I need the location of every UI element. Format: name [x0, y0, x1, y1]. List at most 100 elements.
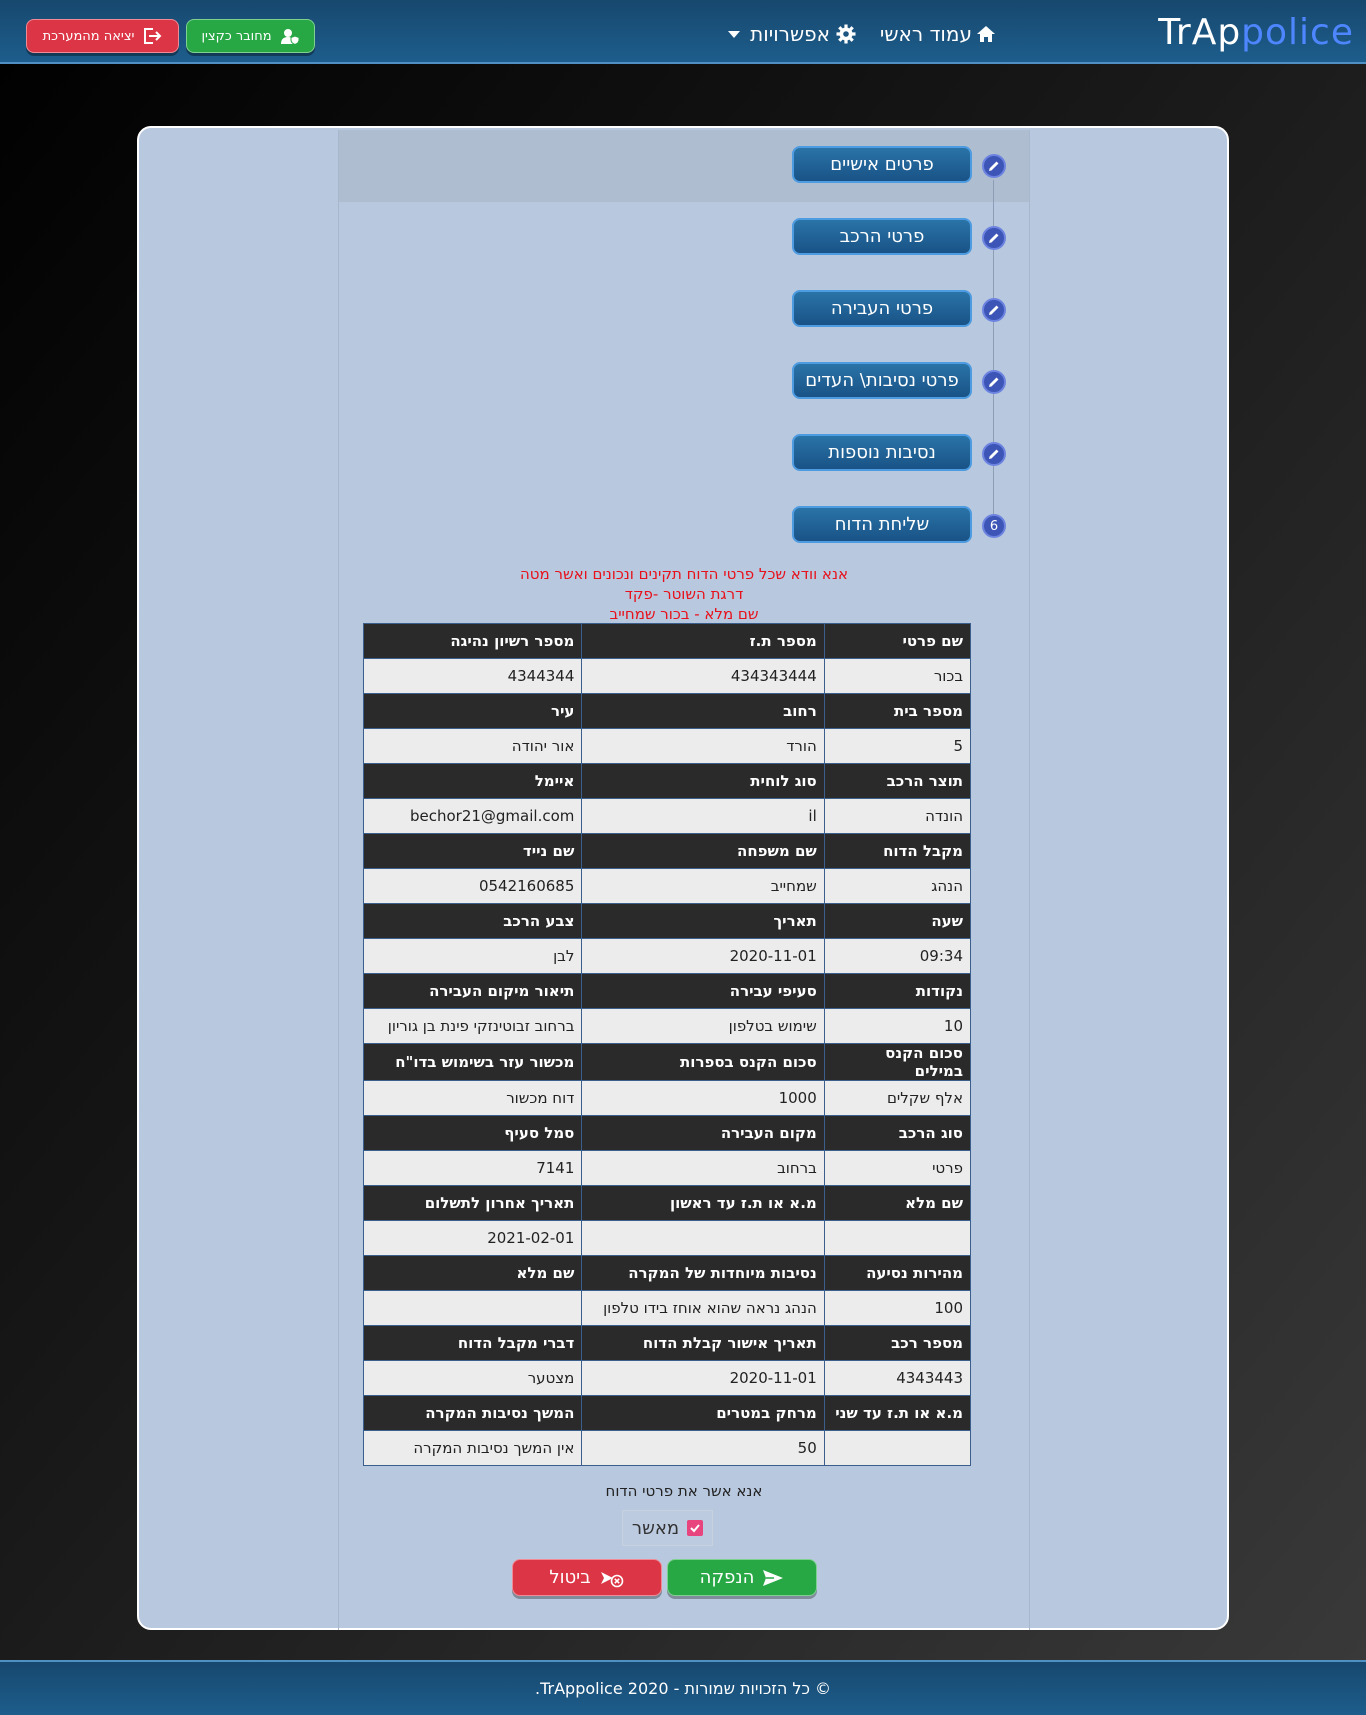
step-number-badge: 6 [982, 514, 1006, 538]
table-cell: 2020-11-01 [581, 1360, 825, 1396]
table-header-cell: עיר [362, 693, 583, 729]
logout-button[interactable]: יציאה מהמערכת [26, 19, 179, 53]
nav-options-dropdown[interactable]: אפשרויות [728, 22, 856, 46]
table-header-cell: תאריך אישור קבלת הדוח [581, 1325, 825, 1361]
approve-checkbox-label: מאשר [631, 1517, 680, 1539]
table-header-cell: תיאור מיקום העבירה [362, 973, 583, 1009]
table-header-cell: סוג לוחית [581, 763, 825, 799]
user-shield-icon [280, 27, 300, 45]
table-header-cell: מספר ת.ז [581, 623, 825, 659]
table-header-cell: סעיפי עבירה [581, 973, 825, 1009]
table-header-cell: שם משפחה [581, 833, 825, 869]
table-cell: שמחייב [581, 868, 825, 904]
table-header-cell: מספר בית [823, 693, 972, 729]
cancel-icon [599, 1568, 625, 1588]
approve-checkbox[interactable] [687, 1520, 704, 1536]
issue-report-button[interactable]: הנפקה [667, 1559, 817, 1596]
send-icon [762, 1569, 784, 1587]
table-header-row: שם מלא מ.א או ת.ז עד ראשון תאריך אחרון לתש… [362, 1185, 972, 1221]
table-cell: ברחוב [581, 1150, 825, 1186]
table-header-row: תוצר הרכב סוג לוחית איימל [362, 763, 972, 799]
table-cell: il [581, 798, 825, 834]
table-cell: 0542160685 [362, 868, 583, 904]
table-row: 50 אין המשך נסיבות המקרה [362, 1430, 972, 1466]
table-header-cell: תאריך אחרון לתשלום [362, 1185, 583, 1221]
step-additional-circumstances[interactable]: נסיבות נוספות [792, 434, 972, 471]
table-cell: 434343444 [581, 658, 825, 694]
cancel-report-button[interactable]: ביטול [512, 1559, 662, 1596]
table-row: בכור 434343444 4344344 [362, 658, 972, 694]
top-navbar: TrAppolice עמוד ראשי אפשרויות מחובר כקצי… [0, 0, 1366, 64]
logout-icon [142, 27, 162, 45]
table-cell: אין המשך נסיבות המקרה [362, 1430, 583, 1466]
step-circumstances-witnesses[interactable]: פרטי נסיבות\ העדים [792, 362, 972, 399]
logged-in-label: מחובר כקצין [201, 28, 272, 44]
table-cell [823, 1220, 972, 1256]
table-header-cell: שם מלא [823, 1185, 972, 1221]
table-header-cell: מ.א או ת.ז עד שני [823, 1395, 972, 1431]
table-cell: הנהג נראה שהוא אוחז בידו טלפון [581, 1290, 825, 1326]
table-row: 4343443 2020-11-01 מצטער [362, 1360, 972, 1396]
step-personal-details[interactable]: פרטים אישיים [792, 146, 972, 183]
table-header-cell: שם מלא [362, 1255, 583, 1291]
edit-icon[interactable] [982, 298, 1006, 322]
table-cell: 09:34 [823, 938, 972, 974]
edit-icon[interactable] [982, 442, 1006, 466]
table-row: הנהג שמחייב 0542160685 [362, 868, 972, 904]
nav-home-label: עמוד ראשי [879, 22, 972, 46]
table-cell: פרטי [823, 1150, 972, 1186]
table-cell: ברחוב זבוטינזקי פינת בן גוריון [362, 1008, 583, 1044]
table-header-row: מספר רכב תאריך אישור קבלת הדוח דברי מקבל ה… [362, 1325, 972, 1361]
table-header-cell: שעה [823, 903, 972, 939]
table-header-cell: דברי מקבל הדוח [362, 1325, 583, 1361]
table-header-cell: נסיבות מיוחדות של המקרה [581, 1255, 825, 1291]
approve-checkbox-group[interactable]: מאשר [622, 1510, 713, 1546]
table-header-row: מספר בית רחוב עיר [362, 693, 972, 729]
table-header-row: מ.א או ת.ז עד שני מרחק במטרים המשך נסיבות … [362, 1395, 972, 1431]
table-cell: 50 [581, 1430, 825, 1466]
brand-logo[interactable]: TrAppolice [1158, 12, 1354, 53]
table-row: 5 הורד אור יהודה [362, 728, 972, 764]
table-cell [362, 1290, 583, 1326]
step-vehicle-details[interactable]: פרטי הרכב [792, 218, 972, 255]
table-cell: מצטער [362, 1360, 583, 1396]
table-cell: דוח מכשור [362, 1080, 583, 1116]
table-row: 09:34 2020-11-01 לבן [362, 938, 972, 974]
table-cell: אלף שקלים [823, 1080, 972, 1116]
edit-icon[interactable] [982, 154, 1006, 178]
brand-part1: TrAp [1158, 12, 1242, 53]
step-label: פרטי הרכב [839, 226, 925, 247]
table-header-cell: מספר רשיון נהיגה [362, 623, 583, 659]
table-cell: הונדה [823, 798, 972, 834]
nav-options-label: אפשרויות [750, 22, 830, 46]
logged-in-officer-button[interactable]: מחובר כקצין [186, 19, 315, 53]
table-header-row: סכום הקנס במילים סכום הקנס בספרות מכשור עז… [362, 1043, 972, 1081]
step-send-report[interactable]: שליחת הדוח [792, 506, 972, 543]
page-footer: © כל הזכויות שמורות - TrAppolice 2020. [0, 1660, 1366, 1715]
logout-label: יציאה מהמערכת [42, 28, 135, 44]
table-cell [823, 1430, 972, 1466]
step-offense-details[interactable]: פרטי העבירה [792, 290, 972, 327]
edit-icon[interactable] [982, 226, 1006, 250]
table-cell: הורד [581, 728, 825, 764]
table-cell [581, 1220, 825, 1256]
table-row: פרטי ברחוב 7141 [362, 1150, 972, 1186]
table-header-cell: סוג הרכב [823, 1115, 972, 1151]
table-header-row: נקודות סעיפי עבירה תיאור מיקום העבירה [362, 973, 972, 1009]
table-cell: שימוש בטלפון [581, 1008, 825, 1044]
table-header-cell: צבע הרכב [362, 903, 583, 939]
nav-home-link[interactable]: עמוד ראשי [880, 22, 996, 46]
copyright-text: © כל הזכויות שמורות - TrAppolice 2020. [535, 1679, 831, 1698]
table-cell: 100 [823, 1290, 972, 1326]
table-header-cell: רחוב [581, 693, 825, 729]
home-icon [976, 25, 996, 43]
table-header-cell: מקבל הדוח [823, 833, 972, 869]
table-row: הונדה il bechor21@gmail.com [362, 798, 972, 834]
table-cell: 4344344 [362, 658, 583, 694]
edit-icon[interactable] [982, 370, 1006, 394]
table-header-cell: איימל [362, 763, 583, 799]
table-row: אלף שקלים 1000 דוח מכשור [362, 1080, 972, 1116]
table-header-cell: מהירות נסיעה [823, 1255, 972, 1291]
step-label: שליחת הדוח [834, 514, 930, 535]
table-cell: 10 [823, 1008, 972, 1044]
